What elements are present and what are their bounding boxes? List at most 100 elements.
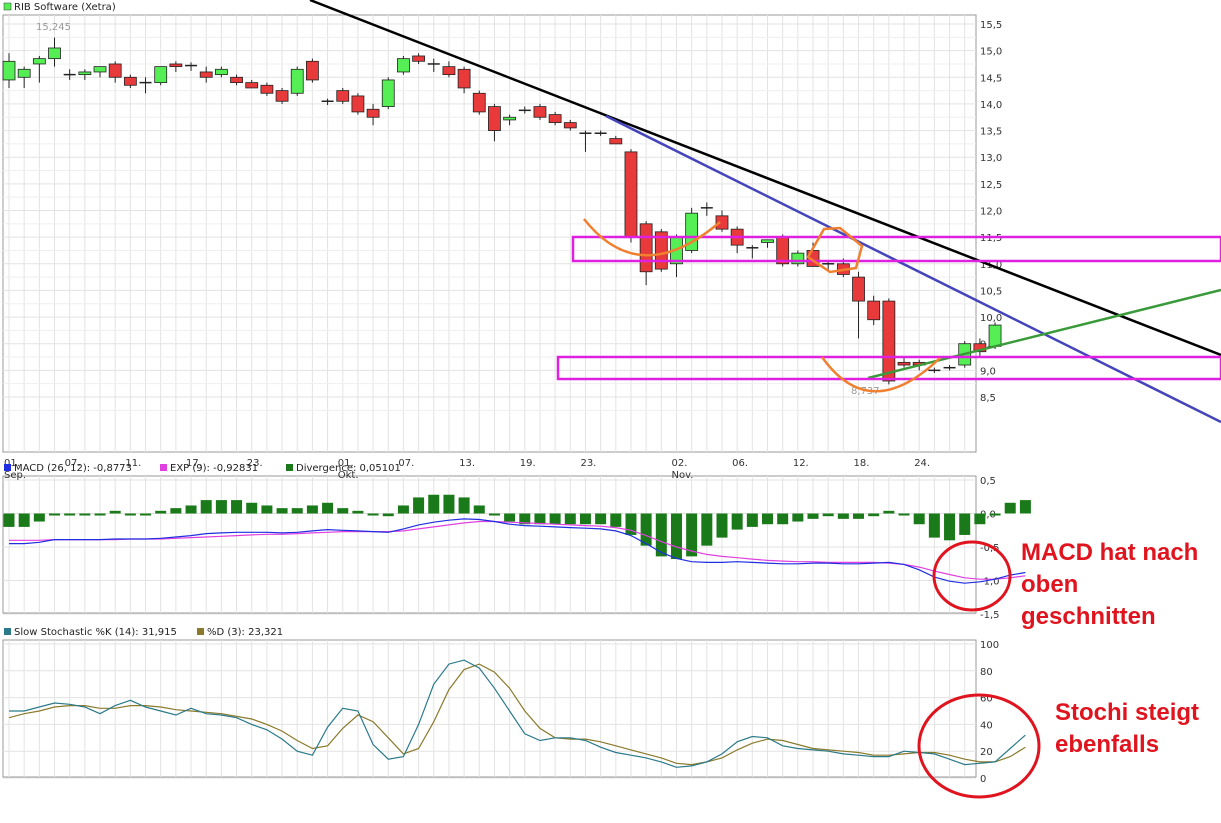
candle-down (230, 76, 243, 84)
divergence-bar (200, 500, 212, 514)
divergence-bar (670, 513, 682, 560)
price-y-tick-label: 13,0 (980, 153, 1002, 164)
macd-legend-swatch (4, 464, 11, 471)
stoch-k-legend-swatch (4, 628, 11, 635)
candle-up (214, 68, 228, 76)
candle-down (609, 138, 623, 145)
price-y-tick-label: 10,5 (980, 286, 1002, 297)
divergence-bar (473, 505, 485, 514)
price-y-tick-label: 15,5 (980, 20, 1002, 31)
exp-legend-swatch (160, 464, 167, 471)
divergence-bar (731, 513, 743, 530)
divergence-bar (640, 513, 652, 546)
divergence-bar (291, 508, 303, 514)
divergence-bar (928, 513, 940, 538)
stoch-y-tick-label: 20 (980, 747, 993, 758)
divergence-bar (306, 505, 318, 514)
divergence-bar (913, 513, 925, 525)
price-x-tick-label: 02. (671, 458, 687, 469)
chart-canvas: 15,515,014,514,013,513,012,512,011,511,0… (2, 0, 1221, 799)
price-x-tick-label: 13. (459, 458, 475, 469)
divergence-legend: Divergence: 0,05101 (296, 463, 401, 474)
price-x-tick-label: 18. (854, 458, 870, 469)
stoch-d-legend-swatch (197, 628, 204, 635)
divergence-bar (974, 513, 986, 525)
stoch-annotation-line2: ebenfalls (1055, 731, 1159, 758)
stoch-y-tick-label: 0 (980, 774, 986, 785)
divergence-bar (762, 513, 773, 525)
price-x-tick-sublabel: Nov. (671, 470, 693, 481)
stoch-y-tick-label: 80 (980, 667, 993, 678)
candle-up (290, 68, 304, 94)
candle-up (17, 68, 31, 78)
price-panel (2, 14, 977, 453)
divergence-bar (215, 500, 227, 514)
candle-up (988, 324, 1002, 347)
divergence-bar (837, 513, 849, 519)
divergence-bar (352, 510, 364, 514)
candle-down (275, 90, 289, 102)
divergence-bar (155, 510, 167, 514)
price-x-tick-label: 23. (580, 458, 596, 469)
divergence-bar (488, 513, 500, 516)
divergence-bar (337, 508, 349, 514)
candle-up (32, 58, 46, 65)
price-y-tick-label: 14,0 (980, 100, 1002, 111)
divergence-bar (458, 497, 470, 514)
candle-down (108, 63, 122, 78)
divergence-bar (18, 513, 30, 527)
price-x-tick-label: 06. (732, 458, 748, 469)
divergence-bar (868, 513, 880, 517)
divergence-bar (185, 505, 197, 514)
candle-up (397, 58, 410, 73)
price-y-tick-label: 8,5 (980, 393, 996, 404)
divergence-bar (428, 494, 440, 514)
candle-up (503, 116, 517, 121)
divergence-bar (792, 513, 804, 522)
candle-down (624, 151, 638, 238)
divergence-bar (64, 513, 76, 516)
candle-down (533, 106, 547, 118)
stoch-y-tick-label: 40 (980, 720, 993, 731)
macd-panel (2, 475, 977, 614)
divergence-bar (109, 510, 121, 514)
divergence-bar (807, 513, 819, 519)
price-x-tick-label: 24. (914, 458, 930, 469)
divergence-bar (549, 513, 561, 525)
candle-down (548, 114, 562, 123)
divergence-bar (777, 513, 789, 525)
divergence-bar (322, 502, 334, 514)
macd-annotation-line2: oben (1021, 571, 1078, 598)
divergence-bar (701, 513, 713, 546)
divergence-bar (853, 513, 865, 519)
price-legend: RIB Software (Xetra) (14, 2, 116, 13)
divergence-bar (1019, 500, 1031, 514)
divergence-bar (534, 513, 546, 525)
divergence-bar (231, 500, 243, 514)
price-y-tick-label: 11,5 (980, 233, 1002, 244)
candle-down (366, 108, 380, 118)
stoch-d-legend: %D (3): 23,321 (207, 627, 283, 638)
divergence-bar (610, 513, 622, 527)
divergence-bar (397, 505, 409, 514)
candle-down (412, 55, 425, 62)
divergence-legend-swatch (286, 464, 293, 471)
divergence-bar (746, 513, 758, 527)
candle-up (381, 79, 395, 107)
candle-down (442, 66, 456, 76)
divergence-bar (276, 508, 288, 514)
exp-legend: EXP (9): -0,92831 (170, 463, 258, 474)
divergence-bar (33, 513, 45, 522)
macd-legend: MACD (26, 12): -0,8773 (14, 463, 132, 474)
stoch-k-legend: Slow Stochastic %K (14): 31,915 (14, 627, 177, 638)
price-y-tick-label: 10,0 (980, 313, 1002, 324)
price-y-tick-label: 9,0 (980, 366, 996, 377)
candle-down (336, 90, 350, 102)
candle-down (882, 300, 896, 382)
divergence-bar (1004, 502, 1016, 514)
divergence-bar (382, 513, 394, 517)
candle-up (48, 47, 61, 60)
stoch-annotation-line1: Stochi steigt (1055, 699, 1199, 726)
candle-down (199, 71, 213, 78)
divergence-bar (3, 513, 15, 527)
